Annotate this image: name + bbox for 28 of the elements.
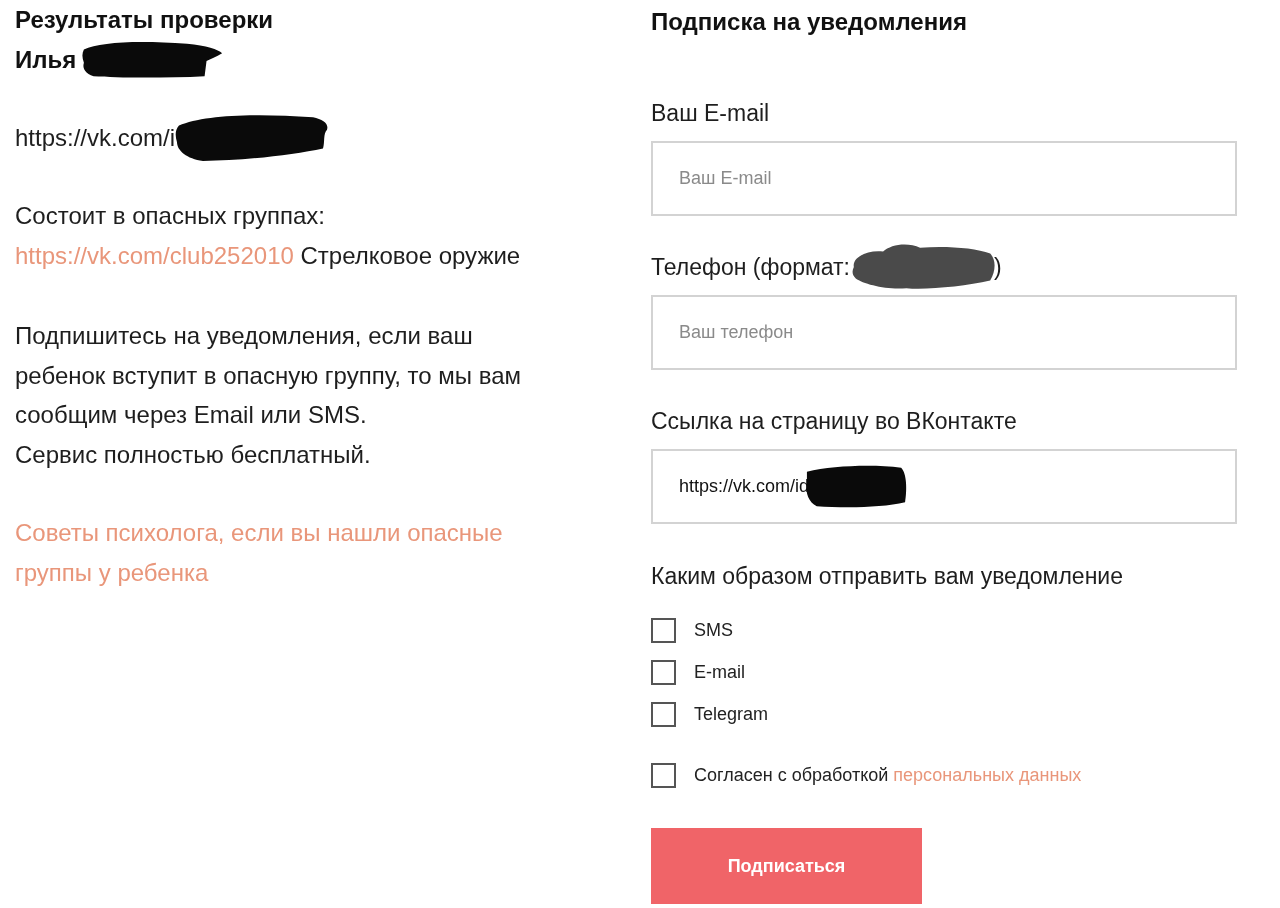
phone-field[interactable]: Ваш телефон <box>651 295 1237 370</box>
option-label: SMS <box>694 618 733 642</box>
personal-data-link[interactable]: персональных данных <box>893 764 1082 785</box>
vk-link-field[interactable]: https://vk.com/id <box>651 449 1237 524</box>
checkbox[interactable] <box>651 762 676 788</box>
checkbox[interactable] <box>651 659 676 685</box>
email-field[interactable]: Ваш E-mail <box>651 141 1237 216</box>
delivery-method-label: Каким образом отправить вам уведомление <box>651 562 1124 591</box>
person-name: Илья <box>15 45 77 75</box>
option-label: Telegram <box>694 702 769 726</box>
group-entry: https://vk.com/club252010 Стрелковое оружие <box>15 241 522 271</box>
checkbox[interactable] <box>651 701 676 727</box>
consent-text: Согласен с обработкой персональных данных <box>694 763 1082 787</box>
free-service-text: Сервис полностью бесплатный. <box>15 439 372 470</box>
option-label: E-mail <box>694 660 745 684</box>
field-label: ) <box>994 253 1002 282</box>
checkbox[interactable] <box>651 617 676 643</box>
results-title: Результаты проверки <box>15 5 275 35</box>
subscription-title: Подписка на уведомления <box>651 7 968 37</box>
subscribe-button[interactable]: Подписаться <box>651 828 922 904</box>
subscribe-text: Подпишитесь на уведомления, если ваш ребенок вступит в опасную группу, то мы вам сообщим через Email или SMS. <box>15 321 523 430</box>
groups-label: Состоит в опасных группах: <box>15 201 326 231</box>
group-link[interactable]: https://vk.com/club252010 <box>15 242 294 269</box>
field-label: Ваш E-mail <box>651 99 770 128</box>
field-label: Телефон (формат: <box>651 253 850 282</box>
psychologist-advice-link[interactable]: Советы психолога, если вы нашли опасные группы у ребенка <box>15 513 575 592</box>
field-label: Ссылка на страницу во ВКонтакте <box>651 407 1017 436</box>
profile-url: https://vk.com/i <box>15 123 176 153</box>
